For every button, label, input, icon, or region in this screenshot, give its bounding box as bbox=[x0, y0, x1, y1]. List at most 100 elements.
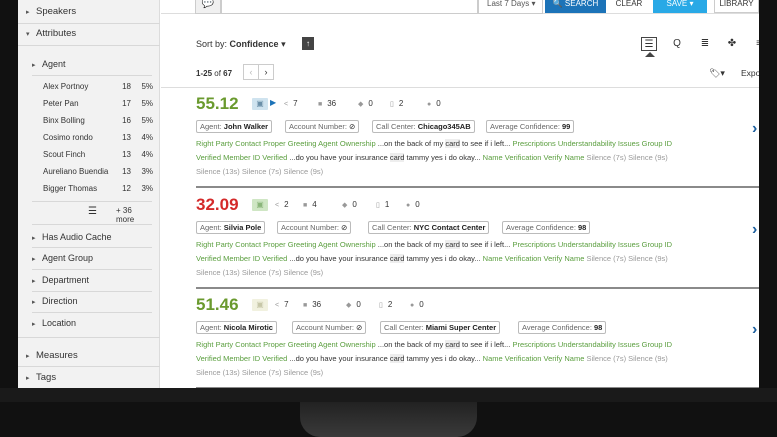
chevron-down-icon: ▾ bbox=[531, 0, 536, 8]
chip-label: Call Center: bbox=[372, 223, 412, 232]
stat-value: 0 bbox=[419, 300, 424, 309]
agent-name: Peter Pan bbox=[43, 99, 79, 108]
agent-facet-row[interactable]: Peter Pan 17 5% bbox=[43, 97, 153, 111]
date-range-select[interactable]: Last 7 Days ▾ bbox=[478, 0, 543, 14]
chip-label: Account Number: bbox=[289, 122, 347, 131]
silence-markers: Silence (13s) Silence (7s) Silence (9s) bbox=[196, 268, 324, 277]
divider bbox=[18, 45, 160, 46]
save-button[interactable]: SAVE ▾ bbox=[653, 0, 707, 13]
search-input[interactable] bbox=[221, 0, 478, 14]
call-center-name: NYC Contact Center bbox=[413, 223, 486, 232]
stat-value: 0 bbox=[356, 300, 361, 309]
keyword-hit: card bbox=[389, 153, 405, 162]
stat-notes: ▯ 1 bbox=[376, 200, 389, 209]
prev-page-button[interactable]: ‹ bbox=[243, 64, 259, 80]
chat-bubble-icon[interactable]: 💬 bbox=[195, 0, 221, 14]
stat-shares: <7 bbox=[284, 99, 298, 108]
agent-facet-row[interactable]: Aureliano Buendia 13 3% bbox=[43, 165, 153, 179]
result-card[interactable]: 55.12 ▣ ▶ <7 ■ 36 ◆ 0 ▯ 2 ● 0 Agent: John Wa… bbox=[196, 90, 759, 188]
filter-sidebar: ▸ Speakers ▾ Attributes ▸ Agent Alex Portno… bbox=[18, 0, 160, 388]
menu-icon[interactable]: ≡ bbox=[751, 37, 759, 51]
snippet: to see if i left... bbox=[459, 139, 511, 148]
stat-value: 36 bbox=[312, 300, 322, 309]
next-page-button[interactable]: › bbox=[258, 64, 274, 80]
page-range: 1-25 bbox=[196, 69, 213, 78]
call-center-name: Chicago345AB bbox=[417, 122, 471, 131]
snippet: to see if i left... bbox=[459, 340, 511, 349]
blocked-icon: ⊘ bbox=[341, 223, 348, 232]
clear-button[interactable]: CLEAR bbox=[613, 0, 645, 13]
agent-name: Alex Portnoy bbox=[43, 82, 89, 91]
sidebar-item-label: Direction bbox=[42, 296, 78, 306]
sidebar-item-department[interactable]: ▸ Department bbox=[32, 270, 150, 290]
chat-icon[interactable]: ▣ bbox=[252, 199, 268, 211]
snippet: tammy yes i do okay... bbox=[404, 354, 481, 363]
stat-messages: ● 0 bbox=[410, 300, 424, 309]
results-panel: 💬 Last 7 Days ▾ 🔍 SEARCH CLEAR SAVE ▾ LI… bbox=[161, 0, 759, 388]
chip-label: Average Confidence: bbox=[522, 323, 592, 332]
email-icon[interactable]: ▣ bbox=[252, 299, 268, 311]
sidebar-section-label: Measures bbox=[36, 350, 78, 361]
sidebar-item-agent[interactable]: ▸ Agent bbox=[32, 54, 150, 74]
stat-comments: ■ 4 bbox=[303, 200, 317, 209]
chevron-right-icon[interactable]: › bbox=[752, 321, 757, 339]
sort-direction-icon[interactable]: ↑ bbox=[302, 37, 314, 50]
chip-label: Average Confidence: bbox=[490, 122, 560, 131]
caret-right-icon: ▸ bbox=[26, 353, 30, 360]
agent-facet-row[interactable]: Alex Portnoy 18 5% bbox=[43, 80, 153, 94]
score: 55.12 bbox=[196, 94, 239, 113]
keyword-hit: card bbox=[445, 340, 460, 349]
agent-facet-row[interactable]: Bigger Thomas 12 3% bbox=[43, 182, 153, 196]
transcript-view-icon[interactable]: ≣ bbox=[697, 37, 713, 51]
show-more-link[interactable]: + 36 more bbox=[116, 206, 152, 224]
message-icon: ● bbox=[427, 101, 432, 108]
list-icon[interactable]: ☰ bbox=[88, 206, 97, 217]
share-icon: < bbox=[284, 101, 289, 108]
list-view-icon[interactable]: ☰ bbox=[641, 37, 657, 51]
category-hits: Prescriptions Understandability Issues G… bbox=[510, 139, 673, 148]
sidebar-item-location[interactable]: ▸ Location bbox=[32, 313, 150, 333]
sidebar-item-has-audio-cache[interactable]: ▸ Has Audio Cache bbox=[32, 227, 150, 247]
search-button[interactable]: 🔍 SEARCH bbox=[545, 0, 606, 13]
stat-value: 7 bbox=[293, 99, 298, 108]
library-button[interactable]: LIBRARY bbox=[714, 0, 759, 13]
export-button[interactable]: Export bbox=[741, 68, 759, 78]
share-icon: < bbox=[275, 202, 280, 209]
message-icon: ● bbox=[406, 202, 411, 209]
avg-confidence-value: 99 bbox=[562, 122, 571, 131]
silence-markers: Silence (7s) Silence (9s) bbox=[584, 254, 668, 263]
result-card[interactable]: 32.09 ▣ <2 ■ 4 ◆ 0 ▯ 1 ● 0 Agent: Silvia Pol… bbox=[196, 191, 759, 289]
chevron-down-icon: ▾ bbox=[689, 0, 694, 8]
tag-icon: ◆ bbox=[346, 302, 352, 309]
agent-facet-row[interactable]: Cosimo rondo 13 4% bbox=[43, 131, 153, 145]
agent-name: Scout Finch bbox=[43, 150, 86, 159]
call-center-chip: Call Center: Chicago345AB bbox=[372, 120, 475, 133]
tag-icon[interactable]: 🏷▾ bbox=[709, 68, 725, 79]
stat-value: 2 bbox=[398, 99, 404, 108]
agent-count: 13 bbox=[122, 167, 131, 176]
cluster-view-icon[interactable]: ✤ bbox=[724, 37, 740, 51]
agent-facet-row[interactable]: Scout Finch 13 4% bbox=[43, 148, 153, 162]
sidebar-section-measures[interactable]: ▸ Measures bbox=[18, 345, 160, 367]
score: 51.46 bbox=[196, 295, 239, 314]
result-card[interactable]: 51.46 ▣ <7 ■ 36 ◆ 0 ▯ 2 ● 0 Agent: Nicola Mi… bbox=[196, 291, 759, 388]
sidebar-item-agent-group[interactable]: ▸ Agent Group bbox=[32, 248, 150, 268]
sidebar-item-direction[interactable]: ▸ Direction bbox=[32, 291, 150, 311]
avg-confidence-chip: Average Confidence: 99 bbox=[486, 120, 575, 133]
sidebar-section-attributes[interactable]: ▾ Attributes bbox=[18, 23, 160, 45]
sidebar-section-speakers[interactable]: ▸ Speakers bbox=[18, 1, 160, 23]
video-icon[interactable]: ▣ bbox=[252, 98, 268, 110]
agent-facet-row[interactable]: Binx Bolling 16 5% bbox=[43, 114, 153, 128]
agent-chip: Agent: Nicola Mirotic bbox=[196, 321, 277, 334]
stat-value: 2 bbox=[387, 300, 393, 309]
agent-chip: Agent: Silvia Pole bbox=[196, 221, 266, 234]
result-count: 1-25 of 67 bbox=[196, 69, 232, 78]
play-icon[interactable]: ▶ bbox=[270, 98, 276, 107]
keyword-hit: card bbox=[389, 354, 405, 363]
sidebar-section-tags[interactable]: ▸ Tags bbox=[18, 367, 160, 388]
caret-right-icon: ▸ bbox=[32, 256, 36, 263]
chevron-right-icon[interactable]: › bbox=[752, 120, 757, 138]
sort-control[interactable]: Sort by: Confidence ▾ bbox=[196, 39, 286, 50]
query-view-icon[interactable]: Q bbox=[669, 37, 685, 51]
chevron-right-icon[interactable]: › bbox=[752, 221, 757, 239]
